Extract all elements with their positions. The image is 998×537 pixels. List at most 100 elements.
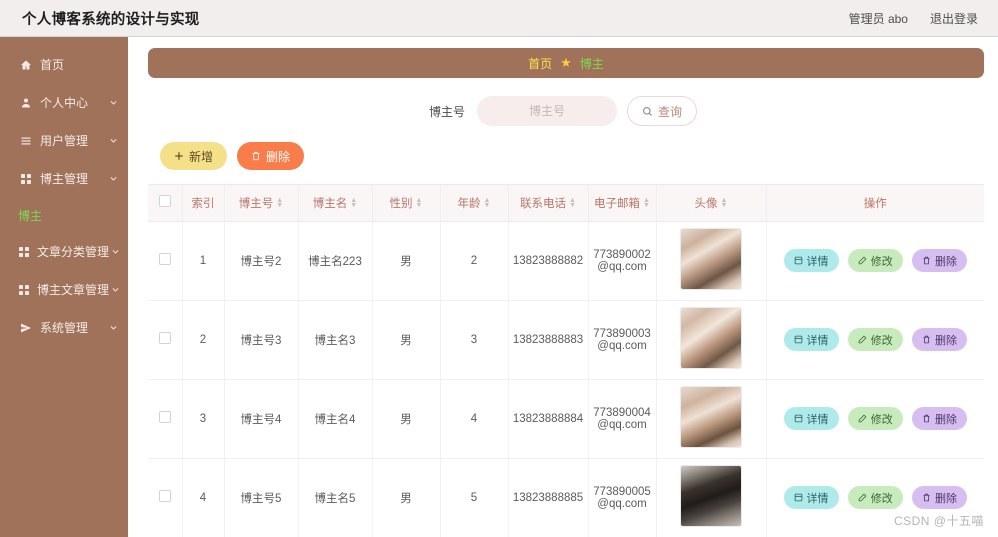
- avatar[interactable]: [680, 386, 742, 448]
- row-checkbox[interactable]: [158, 332, 171, 344]
- row-select-cell[interactable]: [148, 221, 183, 301]
- sort-icon[interactable]: ▲ ▼: [350, 197, 357, 209]
- detail-button[interactable]: 详情: [783, 249, 839, 272]
- search-icon: [642, 106, 653, 117]
- avatar[interactable]: [680, 228, 742, 290]
- star-icon: ★: [560, 55, 572, 70]
- edit-button-label: 修改: [870, 255, 893, 268]
- row-delete-button-label: 删除: [934, 334, 957, 347]
- trash-icon: [251, 151, 261, 161]
- table-header-select-all[interactable]: [148, 185, 183, 222]
- row-checkbox[interactable]: [158, 411, 171, 423]
- table-header-blogger-name[interactable]: 博主名 ▲ ▼: [298, 185, 373, 222]
- sort-icon[interactable]: ▲ ▼: [569, 197, 576, 209]
- row-select-cell[interactable]: [148, 300, 183, 380]
- row-delete-button[interactable]: 删除: [911, 407, 967, 430]
- edit-button-label: 修改: [870, 334, 893, 347]
- table-body: 1 博主号2 博主名223 男 2 13823888882 773890002@…: [148, 221, 984, 537]
- sidebar: 首页 个人中心 用户管理 博主管理 博主 文章分类管理 博主文章管理 系统管理: [0, 37, 128, 537]
- detail-button-label: 详情: [806, 492, 829, 505]
- pencil-icon: [858, 493, 867, 502]
- add-button[interactable]: 新增: [160, 142, 228, 170]
- logout-button[interactable]: 退出登录: [930, 10, 978, 27]
- table-header-gender-label: 性别: [389, 197, 413, 210]
- table-header-age[interactable]: 年龄 ▲ ▼: [440, 185, 509, 222]
- table-header-row: 索引 博主号 ▲ ▼ 博主名 ▲ ▼ 性别 ▲ ▼ 年龄 ▲ ▼ 联系电话 ▲ …: [148, 185, 984, 222]
- row-select-cell[interactable]: [148, 458, 183, 537]
- trash-icon: [922, 256, 931, 265]
- sidebar-item-system-management[interactable]: 系统管理: [0, 312, 128, 343]
- breadcrumb: 首页 ★ 博主: [148, 48, 984, 78]
- sidebar-item-blogger-article-management[interactable]: 博主文章管理: [0, 274, 128, 305]
- trash-icon: [922, 335, 931, 344]
- edit-button[interactable]: 修改: [847, 249, 903, 272]
- cell-avatar: [656, 300, 767, 380]
- search-input[interactable]: [477, 96, 617, 126]
- sidebar-subitem-blogger[interactable]: 博主: [0, 201, 128, 229]
- cell-email: 773890002@qq.com: [588, 221, 657, 301]
- table-header-actions-label: 操作: [863, 197, 887, 210]
- detail-button-label: 详情: [806, 255, 829, 268]
- batch-delete-button-label: 删除: [266, 149, 291, 164]
- row-select-cell[interactable]: [148, 379, 183, 459]
- cell-index: 1: [182, 221, 225, 301]
- row-delete-button[interactable]: 删除: [911, 249, 967, 272]
- avatar[interactable]: [680, 307, 742, 369]
- sort-icon[interactable]: ▲ ▼: [721, 197, 728, 209]
- table-header-blogger-no[interactable]: 博主号 ▲ ▼: [224, 185, 299, 222]
- chevron-down-icon: [109, 136, 118, 145]
- batch-delete-button[interactable]: 删除: [237, 142, 305, 170]
- table-header-avatar[interactable]: 头像 ▲ ▼: [656, 185, 767, 222]
- select-all-checkbox[interactable]: [158, 195, 171, 208]
- sidebar-item-user-management[interactable]: 用户管理: [0, 125, 128, 156]
- table-header-email[interactable]: 电子邮箱 ▲ ▼: [588, 185, 657, 222]
- detail-button[interactable]: 详情: [783, 328, 839, 351]
- blogger-table: 索引 博主号 ▲ ▼ 博主名 ▲ ▼ 性别 ▲ ▼ 年龄 ▲ ▼ 联系电话 ▲ …: [148, 185, 984, 537]
- row-delete-button-label: 删除: [934, 492, 957, 505]
- table-header-avatar-label: 头像: [694, 197, 718, 210]
- chevron-down-icon: [111, 247, 120, 256]
- row-checkbox[interactable]: [158, 490, 171, 502]
- edit-button[interactable]: 修改: [847, 486, 903, 509]
- sidebar-item-personal-center[interactable]: 个人中心: [0, 87, 128, 118]
- pencil-icon: [858, 414, 867, 423]
- detail-button-label: 详情: [806, 334, 829, 347]
- cell-blogger-no: 博主号4: [224, 379, 299, 459]
- grid-icon: [18, 246, 30, 258]
- row-delete-button[interactable]: 删除: [911, 328, 967, 351]
- sidebar-item-system-management-label: 系统管理: [40, 321, 89, 335]
- table-row: 3 博主号4 博主名4 男 4 13823888884 773890004@qq…: [148, 379, 984, 459]
- table-row: 2 博主号3 博主名3 男 3 13823888883 773890003@qq…: [148, 300, 984, 380]
- plus-icon: [174, 151, 184, 161]
- detail-button[interactable]: 详情: [783, 407, 839, 430]
- table-header-phone[interactable]: 联系电话 ▲ ▼: [508, 185, 589, 222]
- sidebar-item-article-category-management[interactable]: 文章分类管理: [0, 236, 128, 267]
- table-header-blogger-no-label: 博主号: [238, 197, 274, 210]
- sort-icon[interactable]: ▲ ▼: [643, 197, 650, 209]
- row-delete-button[interactable]: 删除: [911, 486, 967, 509]
- cell-index: 3: [182, 379, 225, 459]
- avatar[interactable]: [680, 465, 742, 527]
- cell-blogger-no: 博主号5: [224, 458, 299, 537]
- breadcrumb-current: 博主: [579, 56, 604, 71]
- sort-icon[interactable]: ▲ ▼: [416, 197, 423, 209]
- table-header-gender[interactable]: 性别 ▲ ▼: [372, 185, 441, 222]
- sort-icon[interactable]: ▲ ▼: [276, 197, 283, 209]
- cell-blogger-name: 博主名223: [298, 221, 373, 301]
- cell-phone: 13823888882: [508, 221, 589, 301]
- row-delete-button-label: 删除: [934, 255, 957, 268]
- table-header-email-label: 电子邮箱: [594, 197, 641, 210]
- sort-icon[interactable]: ▲ ▼: [484, 197, 491, 209]
- sidebar-item-article-category-management-label: 文章分类管理: [37, 245, 110, 259]
- edit-button[interactable]: 修改: [847, 328, 903, 351]
- search-label: 博主号: [428, 104, 465, 119]
- search-button[interactable]: 查询: [627, 96, 698, 126]
- detail-button[interactable]: 详情: [783, 486, 839, 509]
- sidebar-item-blogger-management[interactable]: 博主管理: [0, 163, 128, 194]
- breadcrumb-home[interactable]: 首页: [528, 55, 552, 72]
- edit-button[interactable]: 修改: [847, 407, 903, 430]
- sidebar-item-home[interactable]: 首页: [0, 49, 128, 80]
- cell-gender: 男: [372, 458, 441, 537]
- cell-actions: 详情 修改 删除: [766, 458, 984, 537]
- row-checkbox[interactable]: [158, 253, 171, 265]
